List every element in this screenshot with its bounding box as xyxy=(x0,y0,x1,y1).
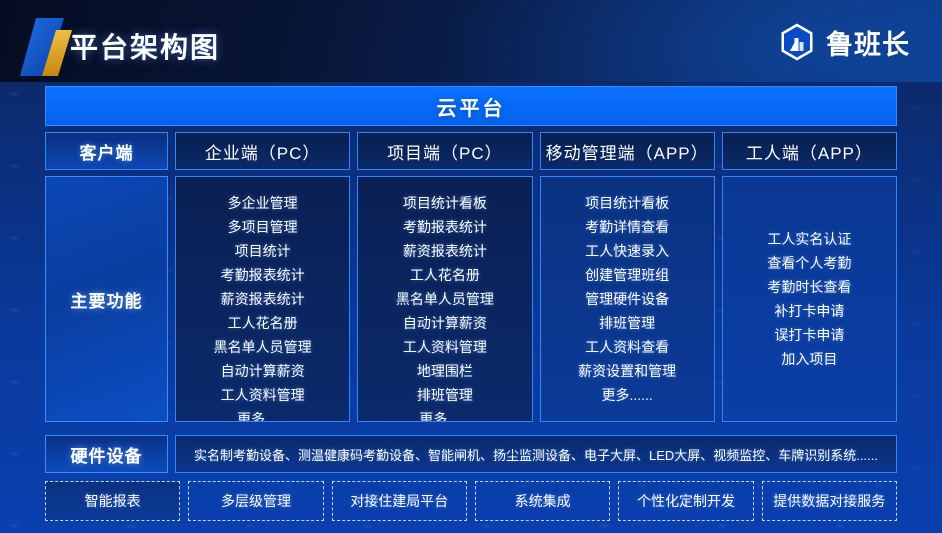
function-item: 薪资报表统计 xyxy=(402,243,487,259)
page-title: 平台架构图 xyxy=(70,32,221,63)
function-item: 多企业管理 xyxy=(227,195,298,211)
main-functions-row: 主要功能 多企业管理 多项目管理 项目统计 考勤报表统计 薪资报表统计 工人花名册 黑名单人… xyxy=(45,176,897,422)
hardware-devices-row: 硬件设备 实名制考勤设备、测温健康码考勤设备、智能闸机、扬尘监测设备、电子大屏、… xyxy=(45,435,897,473)
function-item: 误打卡申请 xyxy=(774,327,845,343)
function-item: 工人快速录入 xyxy=(585,243,670,259)
function-item: 工人资料管理 xyxy=(402,339,487,355)
function-item: 自动计算薪资 xyxy=(402,315,487,331)
cloud-platform-banner: 云平台 xyxy=(45,86,897,126)
cloud-platform-label: 云平台 xyxy=(436,97,506,120)
row-label-hardware: 硬件设备 xyxy=(45,435,168,473)
function-item: 补打卡申请 xyxy=(774,303,845,319)
row-label-main-functions: 主要功能 xyxy=(45,176,168,422)
function-item: 项目统计看板 xyxy=(402,195,487,211)
capability-chip[interactable]: 多层级管理 xyxy=(188,481,324,521)
diagram-board: 云平台 客户端 企业端（PC） 项目端（PC） 移动管理端（APP） 工人端（A… xyxy=(0,82,942,533)
function-item: 考勤时长查看 xyxy=(767,279,852,295)
function-item: 更多...... xyxy=(601,387,653,403)
function-item: 考勤报表统计 xyxy=(220,267,305,283)
functions-column-enterprise-pc: 多企业管理多项目管理项目统计考勤报表统计 薪资报表统计 工人花名册黑名单人员管理 自动… xyxy=(175,176,351,422)
function-item: 排班管理 xyxy=(416,387,473,403)
capability-chip[interactable]: 智能报表 xyxy=(45,481,181,521)
tab-project-pc[interactable]: 项目端（PC） xyxy=(357,132,533,170)
function-item: 加入项目 xyxy=(781,351,838,367)
function-item: 工人资料查看 xyxy=(585,339,670,355)
function-item: 黑名单人员管理 xyxy=(395,291,494,307)
function-item: 工人资料管理 xyxy=(220,387,305,403)
function-item: 考勤详情查看 xyxy=(585,219,670,235)
row-label-client: 客户端 xyxy=(45,132,168,170)
function-item: 考勤报表统计 xyxy=(402,219,487,235)
brand-logo-text: 鲁班长 xyxy=(826,29,910,60)
function-item: 管理硬件设备 xyxy=(585,291,670,307)
function-item: 项目统计 xyxy=(234,243,291,259)
function-item: 多项目管理 xyxy=(227,219,298,235)
function-item: 工人花名册 xyxy=(227,315,298,331)
capability-chip[interactable]: 提供数据对接服务 xyxy=(761,481,897,521)
capability-chip[interactable]: 个性化定制开发 xyxy=(618,481,754,521)
function-item: 工人花名册 xyxy=(409,267,480,283)
functions-column-worker-app: 工人实名认证 查看个人考勤 考勤时长查看 补打卡申请误打卡申请加入项目 xyxy=(721,176,897,422)
diagram-inner: 云平台 客户端 企业端（PC） 项目端（PC） 移动管理端（APP） 工人端（A… xyxy=(45,82,897,533)
capability-chips-row: 智能报表 多层级管理 对接住建局平台 系统集成 个性化定制开发 提供数据对接服务 xyxy=(45,481,897,521)
functions-column-mobile-admin-app: 项目统计看板 考勤详情查看 工人快速录入 创建管理班组 管理硬件设备 排班管理工人资料查看… xyxy=(539,176,715,422)
tab-worker-app[interactable]: 工人端（APP） xyxy=(721,132,897,170)
function-item: 地理围栏 xyxy=(416,363,473,379)
function-item: 创建管理班组 xyxy=(585,267,670,283)
function-item: 自动计算薪资 xyxy=(220,363,305,379)
tab-enterprise-pc[interactable]: 企业端（PC） xyxy=(175,132,351,170)
capability-chip[interactable]: 对接住建局平台 xyxy=(331,481,467,521)
function-item: 黑名单人员管理 xyxy=(213,339,312,355)
function-item: 更多...... xyxy=(419,411,471,422)
function-item: 排班管理 xyxy=(599,315,656,331)
tab-mobile-admin-app[interactable]: 移动管理端（APP） xyxy=(539,132,715,170)
function-item: 更多...... xyxy=(236,411,289,422)
brand-logo[interactable]: 鲁班长 xyxy=(777,22,910,62)
function-item: 工人实名认证 xyxy=(767,231,852,247)
platform-architecture-diagram: 平台架构图 鲁班长 云平台 客户端 企业端（PC） 项目端（PC） 移动管理端（… xyxy=(0,0,942,533)
client-tabs-row: 客户端 企业端（PC） 项目端（PC） 移动管理端（APP） 工人端（APP） xyxy=(45,132,897,170)
function-item: 薪资设置和管理 xyxy=(578,363,677,379)
function-item: 查看个人考勤 xyxy=(767,255,852,271)
page-header: 平台架构图 鲁班长 xyxy=(0,0,942,82)
capability-chip[interactable]: 系统集成 xyxy=(474,481,611,521)
hardware-devices-text: 实名制考勤设备、测温健康码考勤设备、智能闸机、扬尘监测设备、电子大屏、LED大屏… xyxy=(175,435,897,473)
hexagon-building-icon xyxy=(781,23,813,61)
function-item: 薪资报表统计 xyxy=(220,291,305,307)
function-item: 项目统计看板 xyxy=(585,195,670,211)
functions-column-project-pc: 项目统计看板 考勤报表统计 薪资报表统计 工人花名册黑名单人员管理 自动计算薪资 工人资料… xyxy=(357,176,533,422)
